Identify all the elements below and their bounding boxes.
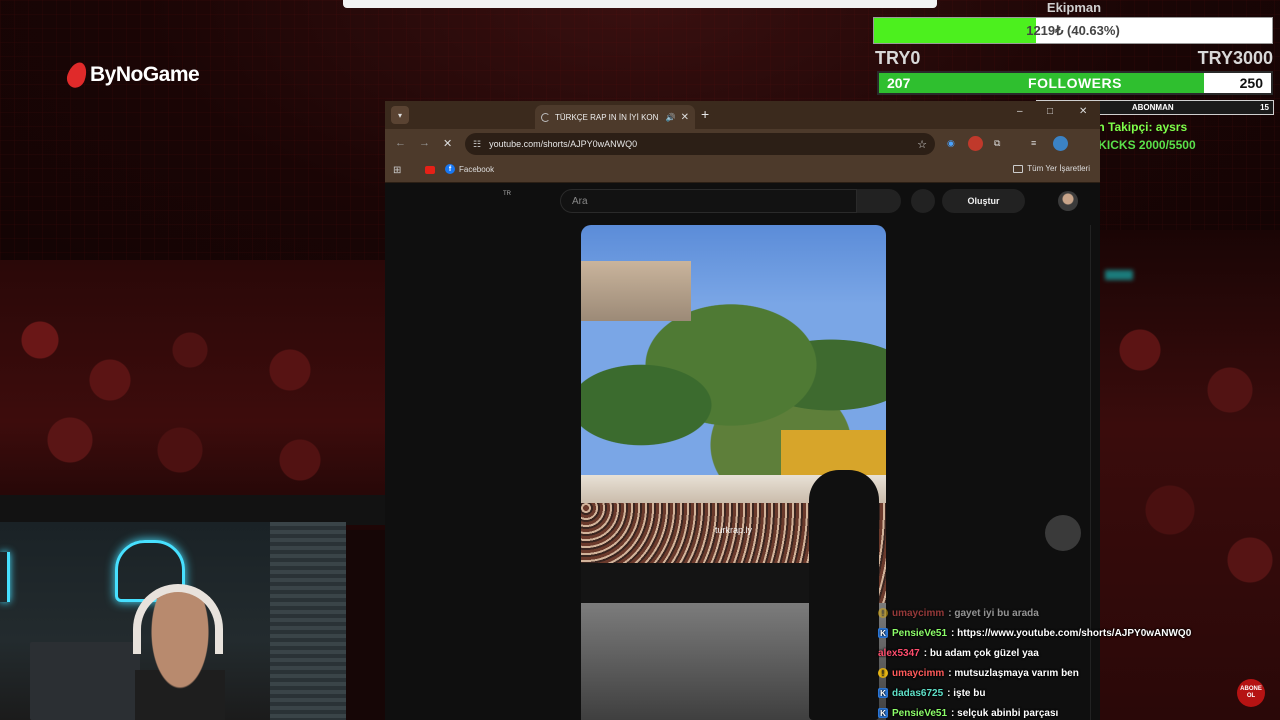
loading-spinner-icon xyxy=(541,112,550,122)
bookmark-label: Facebook xyxy=(459,164,495,174)
kick-badge-icon: K xyxy=(878,628,888,638)
warning-badge-icon: ! xyxy=(878,668,888,678)
minimize-icon[interactable]: – xyxy=(1017,106,1023,117)
search-placeholder: Ara xyxy=(572,195,588,207)
maximize-icon[interactable]: □ xyxy=(1047,106,1053,117)
extensions-puzzle-icon[interactable]: ⧉ xyxy=(994,138,1000,149)
youtube-bookmark-icon[interactable] xyxy=(425,166,435,174)
followers-label: FOLLOWERS xyxy=(1028,75,1122,91)
stage-edge xyxy=(0,495,385,525)
video-building xyxy=(581,261,691,321)
tab-title: TÜRKÇE RAP IN İN İYİ KON xyxy=(555,112,659,122)
adblock-extension-icon[interactable] xyxy=(968,136,983,151)
address-bar[interactable]: ☷ youtube.com/shorts/AJPY0wANWQ0 ☆ xyxy=(465,133,935,155)
streamer-webcam xyxy=(0,522,346,720)
speaker-icon[interactable]: 🔊 xyxy=(666,113,676,122)
tab-search-button[interactable]: ▾ xyxy=(391,106,409,124)
bookmarks-bar: ⊞ f Facebook Tüm Yer İşaretleri xyxy=(385,159,1100,183)
chat-username[interactable]: PensieVe51 xyxy=(892,628,947,639)
chevron-down-icon: ▾ xyxy=(397,110,402,120)
back-icon[interactable]: ← xyxy=(395,137,406,149)
stream-chat: ! umaycimm : gayet iyi bu arada K PensieVe51… xyxy=(878,603,1278,720)
chat-username[interactable]: dadas6725 xyxy=(892,688,943,699)
donation-goal-progress-text: 1219₺ (40.63%) xyxy=(1026,22,1120,38)
stage-light xyxy=(1105,270,1133,280)
followers-goal-bar: 207 FOLLOWERS 250 xyxy=(877,71,1273,95)
browser-toolbar: ← → ✕ ☷ youtube.com/shorts/AJPY0wANWQ0 ☆… xyxy=(385,129,1100,159)
followers-target: 250 xyxy=(1239,75,1263,91)
logo-text: ByNoGame xyxy=(90,63,200,86)
chat-message: K PensieVe51 : https://www.youtube.com/sho… xyxy=(878,623,1278,643)
video-stage-structure xyxy=(781,430,886,475)
donation-goal-title: Ekipman xyxy=(1046,0,1102,15)
donation-goal-min: TRY0 xyxy=(875,48,921,68)
video-speakers xyxy=(581,563,821,603)
chat-message: Kdadas6725 : işte bu xyxy=(878,683,1278,703)
profile-avatar[interactable] xyxy=(1053,136,1068,151)
concert-crowd-left xyxy=(0,260,385,530)
video-performer xyxy=(809,470,879,720)
bynogame-logo: ByNoGame xyxy=(64,59,200,91)
new-tab-button[interactable]: + xyxy=(701,106,709,122)
tab-youtube-short[interactable]: TÜRKÇE RAP IN İN İYİ KON 🔊 ✕ xyxy=(535,105,695,129)
shorts-video-player[interactable]: turkrap.ly xyxy=(581,225,886,720)
youtube-search-button[interactable] xyxy=(857,189,901,213)
subscriber-target: 15 xyxy=(1260,103,1269,112)
all-bookmarks-label: Tüm Yer İşaretleri xyxy=(1027,164,1090,173)
close-tab-icon[interactable]: ✕ xyxy=(681,112,689,123)
bookmark-facebook[interactable]: f Facebook xyxy=(445,164,494,174)
site-info-icon[interactable]: ☷ xyxy=(473,139,481,150)
bynogame-logo-icon xyxy=(64,59,90,91)
chat-text: : https://www.youtube.com/shorts/AJPY0wA… xyxy=(951,627,1192,639)
next-short-button[interactable] xyxy=(1045,515,1081,551)
kick-badge-icon: K xyxy=(878,688,888,698)
chat-username[interactable]: alex5347 xyxy=(878,648,920,659)
chat-message: ! umaycimm : gayet iyi bu arada xyxy=(878,603,1278,623)
donation-goal-bar: 1219₺ (40.63%) xyxy=(873,17,1273,44)
chat-message: K PensieVe51 : selçuk abinbi parçası xyxy=(878,703,1278,720)
chat-text: : bu adam çok güzel yaa xyxy=(923,647,1039,659)
window-blinds xyxy=(270,522,346,720)
donation-goal-max: TRY3000 xyxy=(1197,48,1273,68)
stop-loading-icon[interactable]: ✕ xyxy=(443,137,452,150)
room-shelf xyxy=(30,642,140,720)
chat-username[interactable]: PensieVe51 xyxy=(892,708,947,719)
chat-message: alex5347: bu adam çok güzel yaa xyxy=(878,643,1278,663)
followers-current: 207 xyxy=(887,75,911,91)
subscriber-label: ABONMAN xyxy=(1131,103,1174,112)
chat-message: ! umaycimm : mutsuzlaşmaya varım ben xyxy=(878,663,1278,683)
video-watermark: turkrap.ly xyxy=(714,525,752,535)
tab-strip: ▾ TÜRKÇE RAP IN İN İYİ KON 🔊 ✕ + – □ ✕ xyxy=(385,101,1100,129)
close-window-icon[interactable]: ✕ xyxy=(1079,106,1087,117)
account-avatar[interactable] xyxy=(1058,191,1078,211)
top-overlay-bar xyxy=(343,0,937,8)
voice-search-button[interactable] xyxy=(911,189,935,213)
bookmark-star-icon[interactable]: ☆ xyxy=(917,138,927,151)
subscribe-badge: ABONE OL xyxy=(1237,679,1265,707)
create-button[interactable]: Oluştur xyxy=(942,189,1025,213)
neon-light xyxy=(0,552,10,602)
facebook-icon: f xyxy=(445,164,455,174)
chat-text: : mutsuzlaşmaya varım ben xyxy=(948,667,1079,679)
chat-username[interactable]: umaycimm xyxy=(892,608,944,619)
chat-username[interactable]: umaycimm xyxy=(892,668,944,679)
youtube-search-input[interactable]: Ara xyxy=(560,189,857,213)
media-queue-icon[interactable]: ≡ xyxy=(1031,138,1036,148)
chat-text: : gayet iyi bu arada xyxy=(948,607,1039,619)
folder-icon xyxy=(1013,164,1024,173)
country-code: TR xyxy=(503,191,511,197)
all-bookmarks[interactable]: Tüm Yer İşaretleri xyxy=(1013,164,1090,173)
kick-badge-icon: K xyxy=(878,708,888,718)
chat-text: : işte bu xyxy=(947,687,986,699)
audio-extension-icon[interactable]: ◉ xyxy=(947,138,955,149)
forward-icon[interactable]: → xyxy=(419,137,430,149)
chat-text: : selçuk abinbi parçası xyxy=(951,707,1059,719)
warning-badge-icon: ! xyxy=(878,608,888,618)
apps-grid-icon[interactable]: ⊞ xyxy=(393,165,401,176)
url-text[interactable]: youtube.com/shorts/AJPY0wANWQ0 xyxy=(489,139,909,149)
